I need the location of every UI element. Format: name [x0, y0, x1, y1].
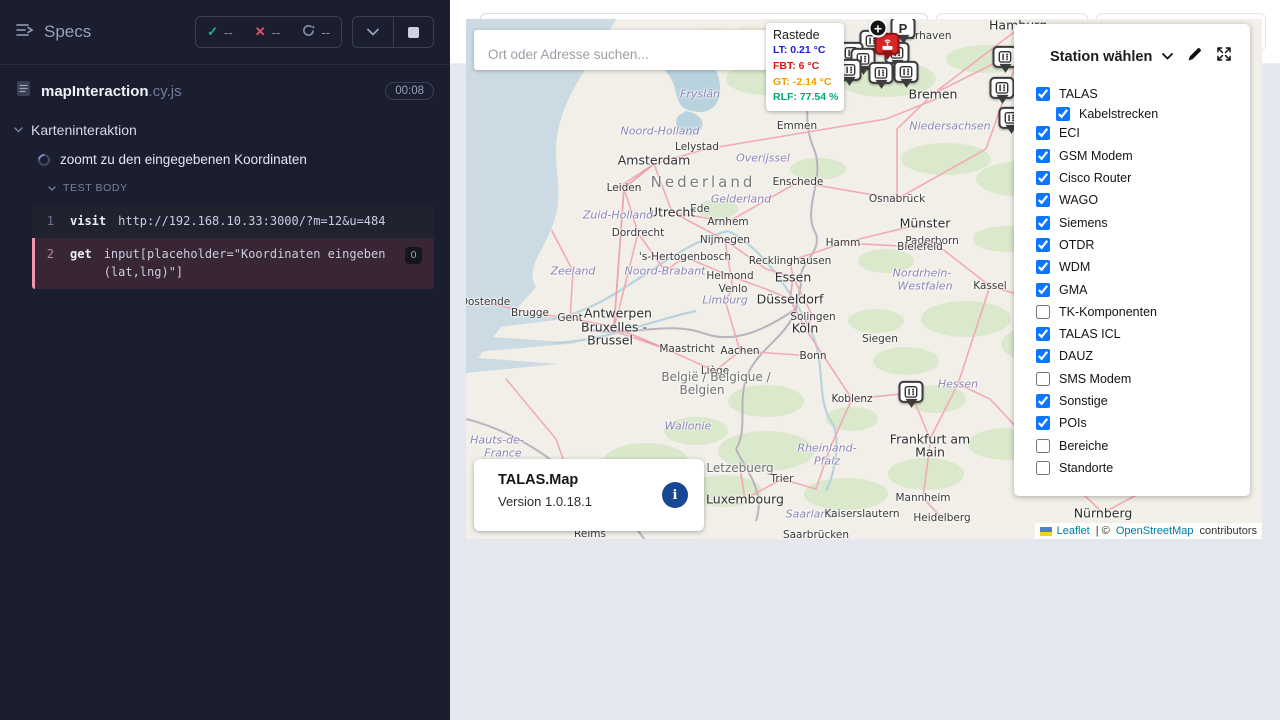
map-search[interactable] — [474, 30, 778, 70]
app-name: TALAS.Map — [498, 472, 686, 488]
filter-checkbox[interactable] — [1036, 349, 1050, 363]
filter-checkbox[interactable] — [1036, 283, 1050, 297]
filter-item: TALAS ICL — [1036, 323, 1250, 345]
pending-icon — [302, 24, 315, 40]
version-box: TALAS.Map Version 1.0.18.1 i — [474, 459, 704, 531]
ukraine-flag-icon — [1040, 527, 1052, 536]
filter-item: WDM — [1036, 256, 1250, 278]
filter-item: GMA — [1036, 278, 1250, 300]
test-body-label: TEST BODY — [63, 182, 128, 194]
filter-checkbox[interactable] — [1036, 126, 1050, 140]
spec-file-icon — [16, 80, 31, 102]
filter-checkbox[interactable] — [1036, 238, 1050, 252]
test-title: zoomt zu den eingegebenen Koordinaten — [60, 152, 307, 167]
stat-check-icon: ✓-- — [196, 24, 244, 40]
filter-item: GSM Modem — [1036, 145, 1250, 167]
filter-item: Siemens — [1036, 211, 1250, 233]
filter-checkbox[interactable] — [1036, 416, 1050, 430]
tooltip-title: Rastede — [773, 28, 837, 42]
filter-item: Cisco Router — [1036, 167, 1250, 189]
filter-item: TALAS — [1036, 83, 1250, 105]
tooltip-row: LT: 0.21 °C — [773, 43, 837, 59]
filter-checkbox[interactable] — [1036, 193, 1050, 207]
leaflet-map[interactable]: HamburgBremerhavenBremenNiedersachsenEmm… — [466, 19, 1262, 539]
panel-title: Station wählen — [1050, 49, 1152, 65]
tooltip-row: RLF: 77.54 % — [773, 90, 837, 106]
test-body-row[interactable]: TEST BODY — [0, 173, 450, 201]
expand-fullscreen-icon[interactable] — [1216, 46, 1232, 67]
filter-checkbox[interactable] — [1036, 216, 1050, 230]
filter-checkbox[interactable] — [1036, 305, 1050, 319]
spec-row[interactable]: mapInteraction.cy.js 00:08 — [0, 65, 450, 114]
filter-checkbox[interactable] — [1036, 87, 1050, 101]
check-icon: ✓ — [207, 24, 218, 40]
specs-menu-icon[interactable] — [16, 23, 34, 42]
filter-item: Bereiche — [1036, 434, 1250, 456]
filter-item: Kabelstrecken — [1036, 105, 1250, 122]
command-log: 1 visit http://192.168.10.33:3000/?m=12&… — [32, 205, 434, 289]
test-row[interactable]: zoomt zu den eingegebenen Koordinaten — [0, 144, 450, 173]
cypress-sidebar: Specs ✓--✕---- mapInteraction.cy.js 00:0… — [0, 0, 450, 720]
stat-pending-icon: -- — [291, 24, 341, 40]
tooltip-row: GT: -2.14 °C — [773, 75, 837, 91]
chevron-down-icon — [48, 186, 56, 191]
filter-item: SMS Modem — [1036, 368, 1250, 390]
filter-item: WAGO — [1036, 189, 1250, 211]
filter-item: Sonstige — [1036, 390, 1250, 412]
filter-item: OTDR — [1036, 234, 1250, 256]
spec-name: mapInteraction — [41, 83, 149, 100]
filter-checkbox[interactable] — [1036, 372, 1050, 386]
chevron-down-icon — [14, 127, 23, 133]
filter-item: POIs — [1036, 412, 1250, 434]
fail-icon: ✕ — [255, 24, 266, 40]
command-row[interactable]: 2 get input[placeholder="Koordinaten ein… — [32, 238, 434, 289]
collapse-chevron-button[interactable] — [353, 17, 393, 47]
filter-checkbox[interactable] — [1036, 394, 1050, 408]
osm-link[interactable]: OpenStreetMap — [1116, 525, 1194, 537]
runner-controls — [352, 16, 434, 48]
station-tooltip: Rastede LT: 0.21 °CFBT: 6 °CGT: -2.14 °C… — [766, 23, 844, 111]
spec-ext: .cy.js — [149, 83, 182, 100]
edit-pencil-icon[interactable] — [1187, 47, 1202, 67]
app-version: Version 1.0.18.1 — [498, 494, 686, 509]
station-filter-panel: Station wählen TALAS Kabelstrecken — [1014, 24, 1250, 496]
browser-pane: http://192.168.10.33:3000/?m=12&u=484 El… — [450, 0, 1280, 720]
station-marker[interactable] — [990, 77, 1015, 99]
stat-fail-icon: ✕-- — [244, 24, 292, 40]
station-marker[interactable] — [899, 381, 924, 403]
chevron-down-icon[interactable] — [1162, 53, 1173, 60]
cluster-plus-icon[interactable]: + — [869, 19, 888, 38]
filter-item: ECI — [1036, 122, 1250, 144]
sidebar-header: Specs ✓--✕---- — [0, 0, 450, 64]
filter-item: DAUZ — [1036, 345, 1250, 367]
stop-button[interactable] — [393, 17, 433, 47]
map-attribution: Leaflet | © OpenStreetMap contributors — [1035, 523, 1262, 539]
command-row[interactable]: 1 visit http://192.168.10.33:3000/?m=12&… — [32, 205, 434, 238]
command-count-badge: 0 — [405, 247, 422, 264]
tooltip-row: FBT: 6 °C — [773, 59, 837, 75]
station-marker[interactable] — [894, 61, 919, 83]
filter-checkbox[interactable] — [1036, 461, 1050, 475]
test-stats: ✓--✕---- — [195, 16, 342, 48]
filter-checkbox[interactable] — [1036, 171, 1050, 185]
filter-checkbox[interactable] — [1036, 149, 1050, 163]
filter-checkbox[interactable] — [1036, 260, 1050, 274]
info-icon[interactable]: i — [662, 482, 688, 508]
filter-item: Standorte — [1036, 457, 1250, 479]
specs-title: Specs — [44, 22, 91, 42]
stop-icon — [408, 27, 419, 38]
filter-checkbox[interactable] — [1036, 327, 1050, 341]
suite-row[interactable]: Karteninteraktion — [0, 114, 450, 144]
leaflet-link[interactable]: Leaflet — [1057, 525, 1090, 537]
station-marker[interactable] — [869, 62, 894, 84]
filter-checkbox[interactable] — [1036, 439, 1050, 453]
suite-title: Karteninteraktion — [31, 122, 137, 138]
spec-duration-badge: 00:08 — [385, 82, 434, 100]
search-input[interactable] — [486, 46, 766, 63]
test-running-spinner-icon — [36, 151, 53, 168]
filter-checkbox[interactable] — [1056, 107, 1070, 121]
filter-item: TK-Komponenten — [1036, 301, 1250, 323]
